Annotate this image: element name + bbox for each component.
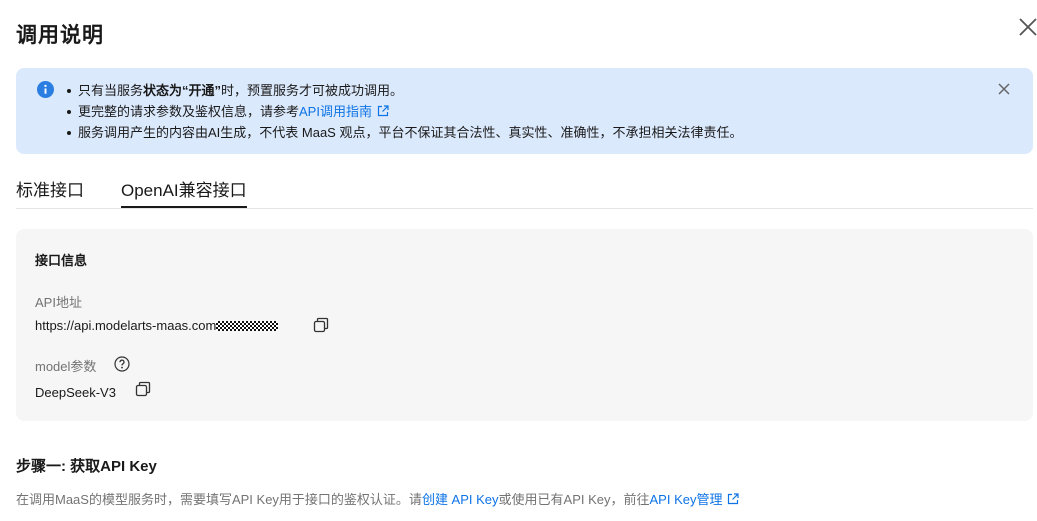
external-link-icon[interactable] <box>377 105 389 117</box>
step1-title: 步骤一: 获取API Key <box>16 458 157 475</box>
alert-item: 只有当服务状态为“开通”时，预置服务才可被成功调用。 <box>65 80 742 101</box>
create-api-key-link[interactable]: 创建 API Key <box>422 492 499 507</box>
copy-api-address-icon[interactable] <box>313 317 329 333</box>
alert-item: 服务调用产生的内容由AI生成，不代表 MaaS 观点，平台不保证其合法性、真实性… <box>65 122 742 143</box>
api-address-label: API地址 <box>35 295 82 310</box>
dialog-title: 调用说明 <box>16 24 104 47</box>
card-title: 接口信息 <box>35 253 88 268</box>
info-alert: 只有当服务状态为“开通”时，预置服务才可被成功调用。 更完整的请求参数及鉴权信息… <box>16 68 1033 154</box>
help-icon[interactable] <box>114 356 130 372</box>
step1-description: 在调用MaaS的模型服务时，需要填写API Key用于接口的鉴权认证。请创建 A… <box>16 489 740 508</box>
external-link-icon[interactable] <box>727 493 740 505</box>
copy-model-param-icon[interactable] <box>135 381 151 397</box>
alert-close-icon[interactable] <box>997 82 1011 96</box>
close-dialog-icon[interactable] <box>1016 15 1037 39</box>
tab-standard-interface[interactable]: 标准接口 <box>16 176 84 201</box>
tab-openai-compatible[interactable]: OpenAI兼容接口 <box>121 176 247 208</box>
api-guide-link[interactable]: API调用指南 <box>299 104 372 119</box>
api-key-manage-link[interactable]: API Key管理 <box>650 492 723 507</box>
info-icon <box>37 81 54 98</box>
interface-tabs: 标准接口 OpenAI兼容接口 <box>16 174 1033 209</box>
model-param-value: DeepSeek-V3 <box>35 385 116 400</box>
model-param-label: model参数 <box>35 359 97 374</box>
api-address-value: https://api.modelarts-maas.com <box>35 318 279 333</box>
masked-region <box>216 321 279 331</box>
interface-info-card: 接口信息 API地址 https://api.modelarts-maas.co… <box>16 229 1033 421</box>
alert-item: 更完整的请求参数及鉴权信息，请参考API调用指南 <box>65 101 742 122</box>
alert-list: 只有当服务状态为“开通”时，预置服务才可被成功调用。 更完整的请求参数及鉴权信息… <box>65 80 742 143</box>
